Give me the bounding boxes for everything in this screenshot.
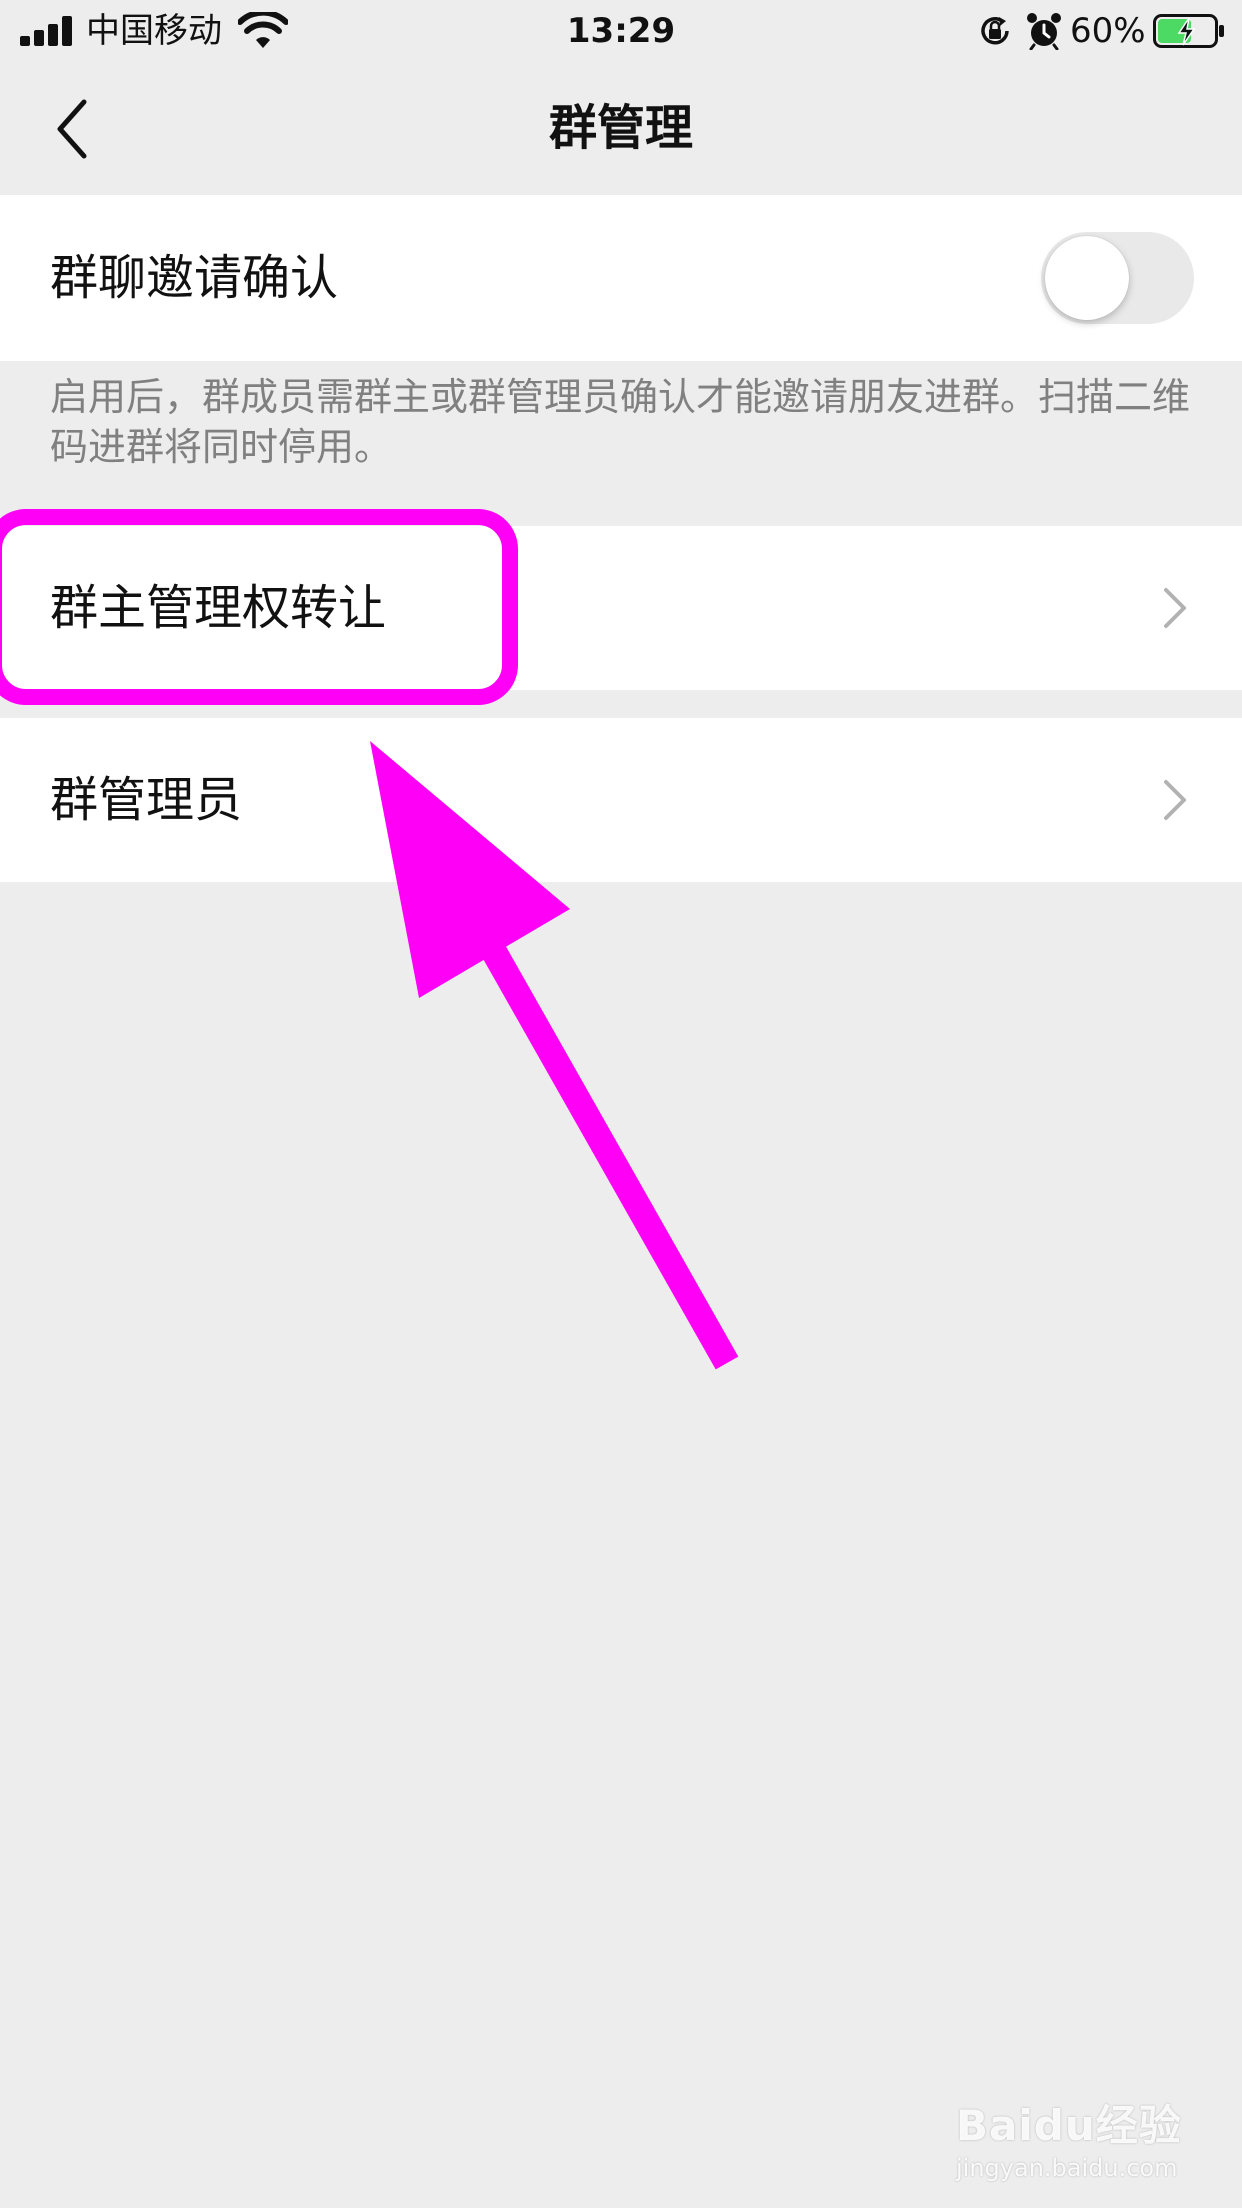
setting-transfer-owner[interactable]: 群主管理权转让 [0,526,1242,690]
navigation-bar: 群管理 [0,64,1242,194]
invite-confirm-label: 群聊邀请确认 [50,250,339,306]
watermark-brand: Baidu经验 [956,2101,1182,2150]
alarm-icon [1027,13,1061,50]
status-bar: 中国移动 13:29 60% [0,0,1242,64]
invite-confirm-description: 启用后，群成员需群主或群管理员确认才能邀请朋友进群。扫描二维码进群将同时停用。 [50,375,1191,469]
transfer-owner-label: 群主管理权转让 [50,580,387,636]
battery-charging-icon [1153,14,1224,48]
chevron-right-icon [1164,588,1186,628]
battery-percent: 60% [1070,11,1146,51]
watermark-url: jingyan.baidu.com [956,2154,1178,2182]
group-admins-label: 群管理员 [50,772,243,828]
chevron-right-icon [1164,780,1186,820]
setting-group-admins[interactable]: 群管理员 [0,718,1242,882]
orientation-lock-icon [981,17,1009,45]
setting-invite-confirm: 群聊邀请确认 [0,195,1242,361]
invite-confirm-toggle[interactable] [1041,232,1194,324]
watermark: Baidu经验 jingyan.baidu.com [950,2075,1220,2185]
page-title: 群管理 [548,100,693,156]
toggle-knob [1045,236,1129,320]
